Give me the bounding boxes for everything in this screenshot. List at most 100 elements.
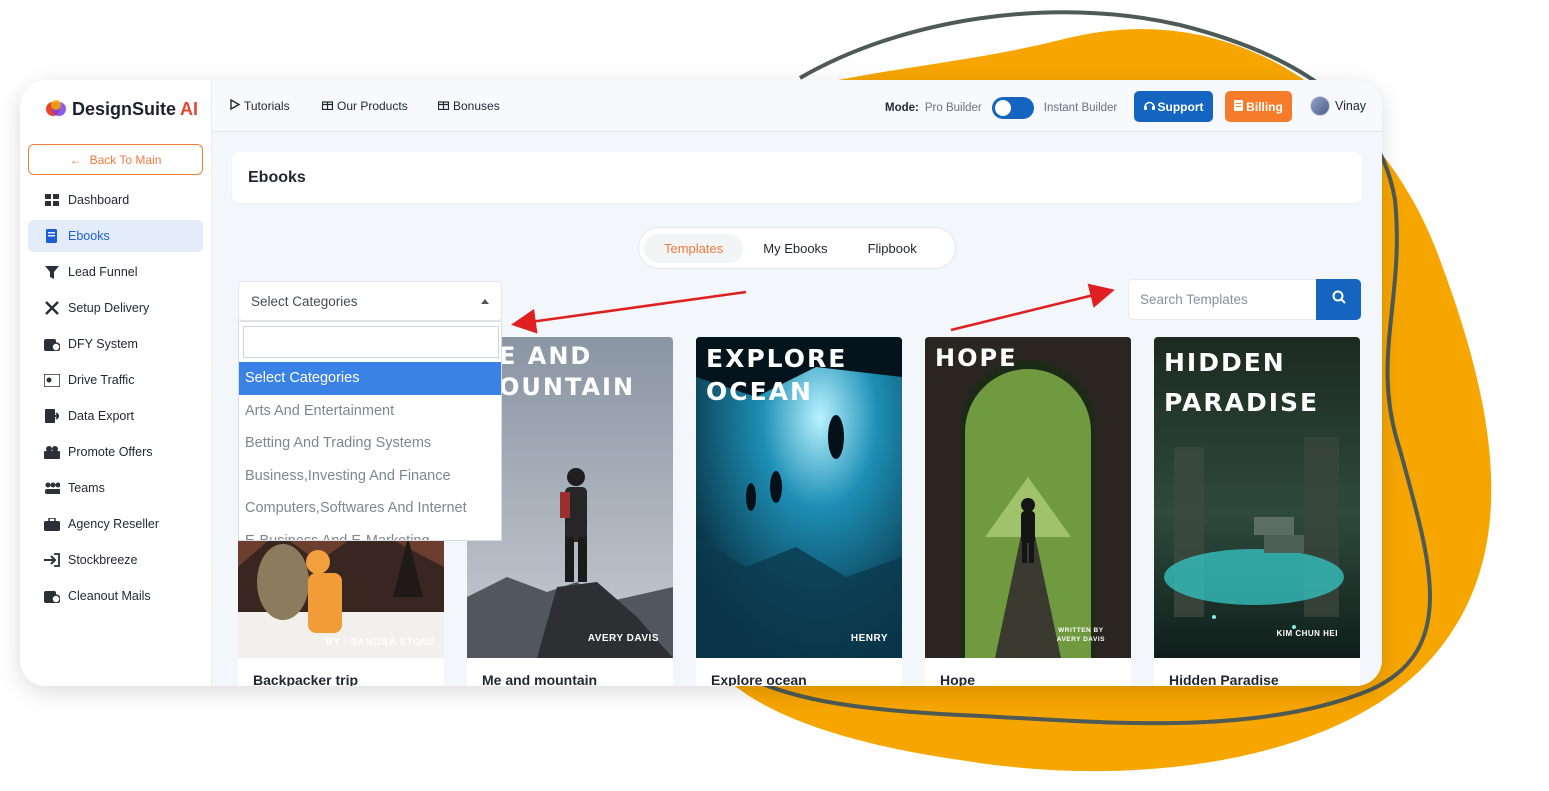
tab-flipbook[interactable]: Flipbook (848, 234, 937, 263)
sidebar-item-cleanout-mails[interactable]: Cleanout Mails (28, 580, 203, 612)
sidebar-item-promote-offers[interactable]: Promote Offers (28, 436, 203, 468)
cover-image: EXPLORE OCEAN HENRY (696, 337, 902, 658)
card-title: Me and mountain (482, 672, 598, 686)
mode-instant-builder: Instant Builder (1043, 102, 1118, 114)
cover-author: BY : SANDRA STONE (325, 637, 436, 648)
user-menu[interactable]: Vinay (1310, 96, 1366, 116)
tools-icon (44, 301, 60, 315)
bonuses-link[interactable]: Bonuses (437, 99, 500, 113)
back-to-main-button[interactable]: ← Back To Main (28, 144, 203, 175)
support-button[interactable]: Support (1134, 91, 1213, 122)
sidebar-item-agency-reseller[interactable]: Agency Reseller (28, 508, 203, 540)
template-card[interactable]: HOPE WRITTEN BY AVERY DAVIS Hope (925, 337, 1131, 686)
page-title: Ebooks (232, 152, 1362, 203)
sidebar-item-label: Cleanout Mails (68, 589, 151, 603)
sidebar-nav: Dashboard Ebooks Lead Funnel Setup Deliv… (28, 184, 203, 616)
offers-icon (44, 445, 60, 459)
cover-title-text: HOPE (935, 344, 1018, 372)
briefcase-icon (44, 517, 60, 531)
bonuses-label: Bonuses (453, 99, 500, 113)
billing-label: Billing (1246, 99, 1283, 114)
sidebar-item-label: Lead Funnel (68, 265, 138, 279)
sidebar-item-label: Data Export (68, 409, 135, 423)
play-icon (230, 98, 241, 113)
dropdown-option[interactable]: Select Categories (239, 362, 501, 395)
sidebar-item-dashboard[interactable]: Dashboard (28, 184, 203, 216)
top-navigation: Tutorials Our Products Bonuses Mode: Pro… (212, 80, 1382, 132)
mode-pro-builder: Pro Builder (924, 102, 982, 114)
app-window: DesignSuite AI ← Back To Main Dashboard E… (20, 80, 1382, 686)
card-title: Hope (940, 672, 975, 686)
tab-my-ebooks[interactable]: My Ebooks (743, 234, 847, 263)
tutorials-label: Tutorials (244, 99, 290, 113)
gift-icon (321, 99, 334, 113)
sidebar-item-label: DFY System (68, 337, 138, 351)
cover-image: HOPE WRITTEN BY AVERY DAVIS (925, 337, 1131, 658)
caret-up-icon (481, 298, 489, 304)
tab-templates[interactable]: Templates (644, 233, 744, 263)
dropdown-option[interactable]: E-Business And E-Marketing (239, 525, 501, 540)
dropdown-option[interactable]: Betting And Trading Systems (239, 427, 501, 460)
support-label: Support (1157, 99, 1204, 114)
our-products-link[interactable]: Our Products (321, 99, 408, 113)
sidebar-item-drive-traffic[interactable]: Drive Traffic (28, 364, 203, 396)
mode-toggle[interactable] (991, 97, 1034, 119)
cover-title-text: HIDDEN PARADISE (1164, 343, 1319, 423)
sidebar-item-label: Ebooks (68, 229, 110, 243)
sidebar-item-lead-funnel[interactable]: Lead Funnel (28, 256, 203, 288)
bonus-gift-icon (437, 99, 450, 113)
sign-in-icon (44, 553, 60, 567)
system-icon (44, 337, 60, 351)
sidebar-item-dfy-system[interactable]: DFY System (28, 328, 203, 360)
sidebar-item-teams[interactable]: Teams (28, 472, 203, 504)
page: DesignSuite AI ← Back To Main Dashboard E… (0, 0, 1549, 791)
sidebar-item-stockbreeze[interactable]: Stockbreeze (28, 544, 203, 576)
template-card[interactable]: EXPLORE OCEAN HENRY Explore ocean (696, 337, 902, 686)
search-input[interactable]: Search Templates (1128, 279, 1316, 320)
cover-title-text: E AND OUNTAIN (499, 341, 635, 403)
invoice-icon (1234, 99, 1244, 114)
dropdown-option[interactable]: Business,Investing And Finance (239, 460, 501, 493)
sidebar-item-label: Promote Offers (68, 445, 153, 459)
sidebar-item-label: Stockbreeze (68, 553, 138, 567)
dropdown-option[interactable]: Computers,Softwares And Internet (239, 492, 501, 525)
category-dropdown: Select Categories Arts And Entertainment… (238, 321, 502, 541)
search-icon (1332, 290, 1346, 309)
sidebar-item-label: Agency Reseller (68, 517, 160, 531)
mail-clean-icon (44, 589, 60, 603)
tabs: Templates My Ebooks Flipbook (638, 227, 956, 269)
search-button[interactable] (1316, 279, 1361, 320)
sidebar-item-label: Teams (68, 481, 105, 495)
cover-image: HIDDEN PARADISE KIM CHUN HEI (1154, 337, 1360, 658)
sidebar-item-data-export[interactable]: Data Export (28, 400, 203, 432)
our-products-label: Our Products (337, 99, 408, 113)
dropdown-option[interactable]: Arts And Entertainment (239, 395, 501, 428)
card-title: Backpacker trip (253, 672, 359, 686)
template-card[interactable]: HIDDEN PARADISE KIM CHUN HEI Hidden Para… (1154, 337, 1360, 686)
funnel-icon (44, 265, 60, 279)
cover-author: WRITTEN BY AVERY DAVIS (1056, 626, 1105, 643)
cover-title-line: HIDDEN PARADISE (1164, 348, 1320, 417)
billing-button[interactable]: Billing (1225, 91, 1292, 122)
cover-author: AVERY DAVIS (587, 633, 659, 644)
sidebar-item-ebooks[interactable]: Ebooks (28, 220, 203, 252)
back-to-main-label: Back To Main (89, 152, 162, 167)
card-title: Hidden Paradise (1169, 672, 1279, 686)
user-name: Vinay (1335, 99, 1367, 113)
teams-icon (44, 481, 60, 495)
brand-logo[interactable]: DesignSuite AI (44, 97, 198, 121)
category-select[interactable]: Select Categories (238, 281, 502, 321)
logo-icon (46, 100, 66, 116)
brand-accent: AI (180, 98, 199, 119)
book-icon (44, 229, 60, 243)
export-icon (44, 409, 60, 423)
sidebar-item-label: Drive Traffic (68, 373, 135, 387)
cover-author: KIM CHUN HEI (1276, 629, 1338, 638)
traffic-icon (44, 373, 60, 387)
cover-author: HENRY (850, 633, 888, 644)
dropdown-search-input[interactable] (243, 326, 499, 358)
headset-icon (1143, 100, 1155, 114)
mode-label: Mode: (885, 102, 919, 114)
sidebar-item-setup-delivery[interactable]: Setup Delivery (28, 292, 203, 324)
tutorials-link[interactable]: Tutorials (230, 98, 290, 113)
